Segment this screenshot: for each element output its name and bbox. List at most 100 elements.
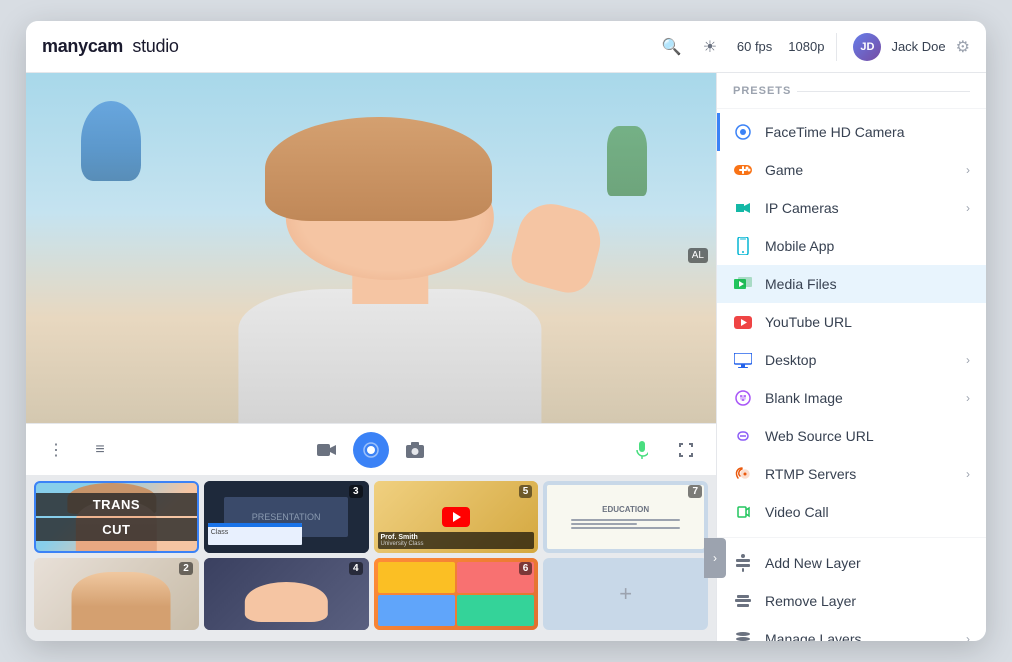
game-arrow: › — [966, 163, 970, 177]
rtmp-servers-icon — [733, 464, 753, 484]
thumbnail-2[interactable]: PRESENTATION Class 3 — [204, 481, 369, 553]
camera-snapshot-button[interactable] — [397, 432, 433, 468]
logo-many: many — [42, 36, 88, 56]
resolution-badge: 1080p — [788, 39, 824, 54]
manage-layers-icon — [733, 629, 753, 641]
menu-item-blank-image[interactable]: Blank Image › — [717, 379, 986, 417]
thumbnail-5[interactable]: 2 — [34, 558, 199, 630]
menu-item-desktop[interactable]: Desktop › — [717, 341, 986, 379]
facetime-label: FaceTime HD Camera — [765, 124, 970, 140]
header-icons: 🔍 ☀ 60 fps 1080p — [661, 36, 825, 58]
menu-item-media-files[interactable]: Media Files — [717, 265, 986, 303]
menu-item-facetime[interactable]: FaceTime HD Camera — [717, 113, 986, 151]
fps-badge: 60 fps — [737, 39, 772, 54]
brightness-icon[interactable]: ☀ — [699, 36, 721, 58]
game-label: Game — [765, 162, 954, 178]
video-panel: AL ⋮ ≡ — [26, 73, 716, 641]
youtube-url-label: YouTube URL — [765, 314, 970, 330]
thumbnail-6[interactable]: 4 — [204, 558, 369, 630]
game-icon — [733, 160, 753, 180]
list-view-button[interactable]: ≡ — [82, 432, 118, 468]
blank-image-label: Blank Image — [765, 390, 954, 406]
ip-cameras-arrow: › — [966, 201, 970, 215]
facetime-icon — [733, 122, 753, 142]
thumbnails-row-2: 2 4 — [34, 558, 708, 630]
right-header: JD Jack Doe ⚙ — [836, 33, 970, 61]
menu-item-remove-layer[interactable]: Remove Layer — [717, 582, 986, 620]
thumbnails-section: TRANS CUT PRESENTATION — [26, 475, 716, 641]
microphone-button[interactable] — [624, 432, 660, 468]
thumbnails-next-arrow[interactable]: › — [704, 538, 726, 578]
ip-cameras-label: IP Cameras — [765, 200, 954, 216]
right-panel: PRESETS FaceTime HD Camera — [716, 73, 986, 641]
thumb-3-number: 5 — [519, 485, 533, 498]
logo-studio: studio — [132, 36, 178, 56]
rtmp-arrow: › — [966, 467, 970, 481]
video-camera-button[interactable] — [309, 432, 345, 468]
zoom-icon[interactable]: 🔍 — [661, 36, 683, 58]
menu-dots-button[interactable]: ⋮ — [38, 432, 74, 468]
fullscreen-button[interactable] — [668, 432, 704, 468]
thumb-7-number: 6 — [519, 562, 533, 575]
logo-cam: cam — [88, 36, 123, 56]
settings-icon[interactable]: ⚙ — [956, 37, 970, 57]
menu-item-add-layer[interactable]: Add New Layer — [717, 544, 986, 582]
thumb-4-number: 7 — [688, 485, 702, 498]
presets-label: PRESETS — [733, 85, 791, 97]
media-files-icon — [733, 274, 753, 294]
controls-bar: ⋮ ≡ — [26, 423, 716, 475]
add-layer-label: Add New Layer — [765, 555, 970, 571]
menu-item-mobile-app[interactable]: Mobile App — [717, 227, 986, 265]
thumbnail-3[interactable]: Prof. Smith University Class 5 — [374, 481, 539, 553]
thumbnail-1[interactable]: TRANS CUT — [34, 481, 199, 553]
user-name: Jack Doe — [891, 39, 945, 54]
mobile-app-label: Mobile App — [765, 238, 970, 254]
video-call-icon — [733, 502, 753, 522]
menu-item-web-source-url[interactable]: Web Source URL — [717, 417, 986, 455]
video-al-badge: AL — [688, 248, 708, 263]
ip-cameras-icon — [733, 198, 753, 218]
menu-item-game[interactable]: Game › — [717, 151, 986, 189]
remove-layer-icon — [733, 591, 753, 611]
main-content: AL ⋮ ≡ — [26, 73, 986, 641]
menu-item-rtmp-servers[interactable]: RTMP Servers › — [717, 455, 986, 493]
app-window: manycam studio 🔍 ☀ 60 fps 1080p JD Jack … — [26, 21, 986, 641]
thumb-2-number: 3 — [349, 485, 363, 498]
source-menu: FaceTime HD Camera Game › — [717, 109, 986, 641]
thumbnails-row-1: TRANS CUT PRESENTATION — [34, 481, 708, 553]
video-call-label: Video Call — [765, 504, 970, 520]
thumbnail-8[interactable]: + — [543, 558, 708, 630]
rtmp-servers-label: RTMP Servers — [765, 466, 954, 482]
manage-layers-arrow: › — [966, 632, 970, 641]
desktop-label: Desktop — [765, 352, 954, 368]
mobile-app-icon — [733, 236, 753, 256]
thumb-5-number: 2 — [179, 562, 193, 575]
cut-label: CUT — [36, 518, 197, 541]
logo: manycam studio — [42, 36, 179, 57]
thumbnail-4[interactable]: EDUCATION 7 — [543, 481, 708, 553]
add-thumbnail-plus[interactable]: + — [619, 581, 632, 607]
menu-item-ip-cameras[interactable]: IP Cameras › — [717, 189, 986, 227]
menu-item-video-call[interactable]: Video Call — [717, 493, 986, 531]
blank-image-arrow: › — [966, 391, 970, 405]
broadcast-button[interactable] — [353, 432, 389, 468]
presets-header: PRESETS — [717, 73, 986, 109]
header: manycam studio 🔍 ☀ 60 fps 1080p JD Jack … — [26, 21, 986, 73]
remove-layer-label: Remove Layer — [765, 593, 970, 609]
menu-item-manage-layers[interactable]: Manage Layers › — [717, 620, 986, 641]
blank-image-icon — [733, 388, 753, 408]
trans-label: TRANS — [36, 493, 197, 516]
thumb-6-number: 4 — [349, 562, 363, 575]
thumbnail-7[interactable]: 6 — [374, 558, 539, 630]
video-background — [26, 73, 716, 423]
menu-item-youtube-url[interactable]: YouTube URL — [717, 303, 986, 341]
web-source-url-icon — [733, 426, 753, 446]
video-preview: AL — [26, 73, 716, 423]
whiteboard-thumb: EDUCATION — [547, 485, 704, 549]
youtube-thumb-icon — [442, 507, 470, 527]
desktop-arrow: › — [966, 353, 970, 367]
manage-layers-label: Manage Layers — [765, 631, 954, 641]
web-source-url-label: Web Source URL — [765, 428, 970, 444]
menu-divider — [717, 537, 986, 538]
desktop-icon — [733, 350, 753, 370]
